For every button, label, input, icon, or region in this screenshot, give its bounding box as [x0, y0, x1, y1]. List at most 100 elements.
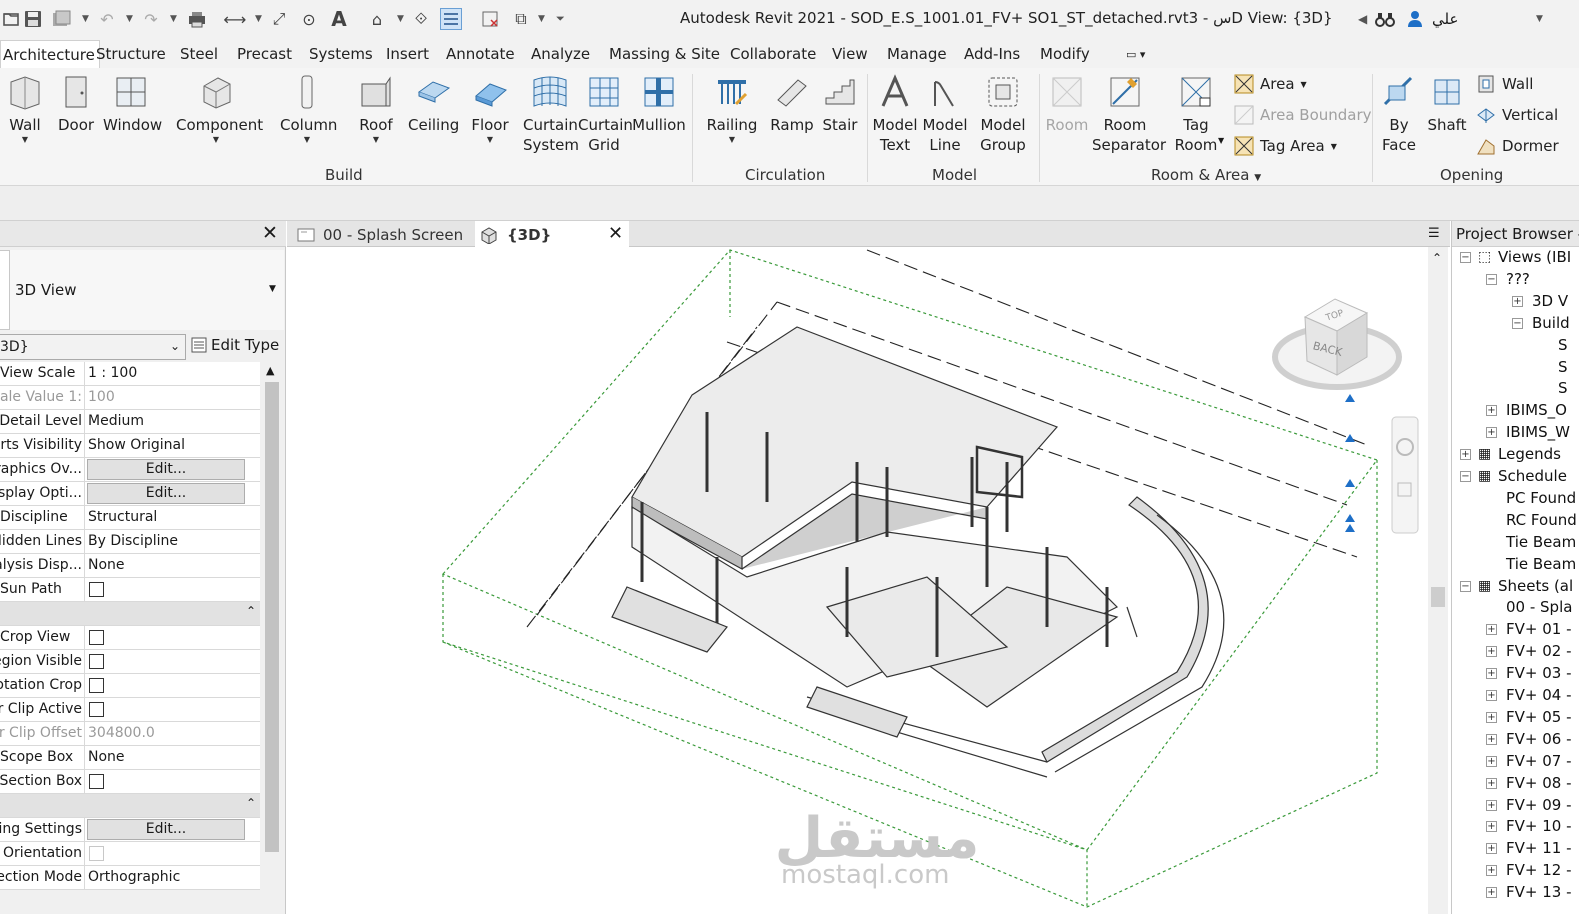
component-button[interactable]: Component ▼	[176, 74, 263, 145]
tab-precast[interactable]: Precast	[237, 45, 292, 63]
browser-node[interactable]: FV+ 12 -	[1506, 861, 1572, 879]
customize-qat-icon[interactable]: ⏷	[556, 12, 565, 26]
property-checkbox[interactable]	[89, 774, 104, 789]
expand-icon[interactable]: +	[1486, 405, 1497, 417]
property-checkbox[interactable]	[89, 654, 104, 669]
browser-node[interactable]: Sheets (al	[1498, 577, 1573, 595]
room-area-group-label[interactable]: Room & Area ▼	[1151, 166, 1261, 184]
tab-massing-site[interactable]: Massing & Site	[609, 45, 720, 63]
tag-icon[interactable]: ⊙	[298, 8, 320, 30]
tab-systems[interactable]: Systems	[309, 45, 373, 63]
browser-node[interactable]: FV+ 03 -	[1506, 664, 1572, 682]
browser-node[interactable]: FV+ 10 -	[1506, 817, 1572, 835]
room-separator-button[interactable]: Room Separator	[1092, 74, 1166, 155]
property-checkbox[interactable]	[89, 702, 104, 717]
browser-node[interactable]: FV+ 08 -	[1506, 774, 1572, 792]
column-button[interactable]: Column ▼	[280, 74, 337, 145]
chevron-down-icon[interactable]: ▼	[126, 14, 133, 24]
chevron-down-icon[interactable]: ▼	[1218, 136, 1224, 145]
tab-menu-icon[interactable]: ☰	[1428, 226, 1440, 241]
chevron-down-icon[interactable]: ▼	[538, 14, 545, 24]
user-name[interactable]: علي	[1432, 10, 1458, 28]
collapse-icon[interactable]: −	[1512, 317, 1523, 329]
property-checkbox[interactable]	[89, 630, 104, 645]
properties-scrollbar[interactable]: ▲	[262, 362, 282, 914]
browser-node[interactable]: FV+ 06 -	[1506, 730, 1572, 748]
tab-modify[interactable]: Modify	[1040, 45, 1090, 63]
property-value[interactable]: Show Original	[86, 434, 260, 457]
expand-icon[interactable]: +	[1486, 668, 1497, 680]
collapse-icon[interactable]: −	[1486, 273, 1497, 285]
scroll-up-icon[interactable]: ▲	[266, 364, 274, 377]
area-boundary-button[interactable]: Area Boundary	[1234, 105, 1372, 125]
scrollbar-thumb[interactable]	[1431, 587, 1445, 607]
expand-icon[interactable]: +	[1486, 843, 1497, 855]
edit-button[interactable]: Edit...	[87, 483, 245, 504]
expand-icon[interactable]: +	[1486, 646, 1497, 658]
text-icon[interactable]: A	[328, 7, 350, 31]
properties-section-header[interactable]: ⌃	[0, 794, 260, 818]
browser-node[interactable]: Legends	[1498, 445, 1561, 463]
expand-icon[interactable]: +	[1486, 777, 1497, 789]
mullion-button[interactable]: Mullion	[632, 74, 686, 135]
collapse-icon[interactable]: −	[1460, 252, 1471, 263]
3d-model-view[interactable]: TOP BACK مستقل mostaql.com	[287, 247, 1450, 914]
browser-node[interactable]: PC Found	[1506, 489, 1576, 507]
browser-node[interactable]: IBIMS_O	[1506, 401, 1567, 419]
print-icon[interactable]	[186, 8, 208, 30]
browser-node[interactable]: FV+ 11 -	[1506, 839, 1572, 857]
tag-area-button[interactable]: Tag Area ▼	[1234, 136, 1337, 156]
dimension-icon[interactable]: ⤢	[268, 8, 290, 30]
browser-node[interactable]: 00 - Spla	[1506, 598, 1572, 616]
browser-node[interactable]: IBIMS_W	[1506, 423, 1570, 441]
type-selector[interactable]: 3D View ▼	[0, 250, 284, 330]
section-icon[interactable]: ⟐	[410, 8, 432, 30]
door-button[interactable]: Door	[58, 74, 94, 135]
railing-button[interactable]: Railing ▼	[704, 74, 760, 145]
browser-node[interactable]: Views (IBI	[1498, 248, 1571, 266]
open-icon[interactable]	[0, 8, 22, 30]
expand-icon[interactable]: +	[1486, 799, 1497, 811]
default-3d-icon[interactable]: ⌂	[366, 8, 388, 30]
chevron-down-icon[interactable]: ▼	[82, 14, 89, 24]
property-checkbox[interactable]	[89, 582, 104, 597]
tab-structure[interactable]: Structure	[96, 45, 166, 63]
navigation-bar[interactable]	[1391, 416, 1419, 534]
vertical-opening-button[interactable]: Vertical	[1476, 105, 1558, 125]
browser-node[interactable]: RC Found	[1506, 511, 1577, 529]
user-icon[interactable]	[1404, 8, 1426, 30]
tag-room-button[interactable]: Tag Room	[1170, 74, 1222, 155]
tab-insert[interactable]: Insert	[386, 45, 429, 63]
undo-icon[interactable]: ↶	[96, 8, 118, 30]
tab-collaborate[interactable]: Collaborate	[730, 45, 816, 63]
collapse-icon[interactable]: ⌃	[246, 604, 256, 618]
room-button[interactable]: Room	[1044, 74, 1090, 135]
model-text-button[interactable]: Model Text	[872, 74, 918, 155]
property-value[interactable]: None	[86, 554, 260, 577]
tab-analyze[interactable]: Analyze	[531, 45, 590, 63]
shaft-button[interactable]: Shaft	[1426, 74, 1468, 135]
curtain-grid-button[interactable]: Curtain Grid	[578, 74, 633, 155]
browser-node[interactable]: FV+ 13 -	[1506, 883, 1572, 901]
by-face-button[interactable]: By Face	[1378, 74, 1420, 155]
browser-node[interactable]: S	[1558, 358, 1568, 376]
expand-icon[interactable]: +	[1486, 821, 1497, 833]
browser-node[interactable]: FV+ 01 -	[1506, 620, 1572, 638]
expand-icon[interactable]: +	[1486, 711, 1497, 723]
measure-icon[interactable]: ⟷	[224, 8, 247, 30]
close-icon[interactable]: ✕	[262, 222, 278, 244]
wall-opening-button[interactable]: Wall	[1476, 74, 1533, 94]
tab-annotate[interactable]: Annotate	[446, 45, 515, 63]
tab-manage[interactable]: Manage	[887, 45, 947, 63]
collapse-icon[interactable]: ⌃	[246, 796, 256, 810]
sync-icon[interactable]	[50, 8, 72, 30]
chevron-down-icon[interactable]: ▼	[397, 14, 404, 24]
browser-node[interactable]: Schedule	[1498, 467, 1567, 485]
browser-node[interactable]: ???	[1506, 270, 1530, 288]
redo-icon[interactable]: ↷	[140, 8, 162, 30]
property-value[interactable]: By Discipline	[86, 530, 260, 553]
expand-icon[interactable]: +	[1486, 865, 1497, 877]
property-value[interactable]: 1 : 100	[86, 362, 260, 385]
property-value[interactable]: Orthographic	[86, 866, 260, 889]
browser-node[interactable]: FV+ 09 -	[1506, 796, 1572, 814]
